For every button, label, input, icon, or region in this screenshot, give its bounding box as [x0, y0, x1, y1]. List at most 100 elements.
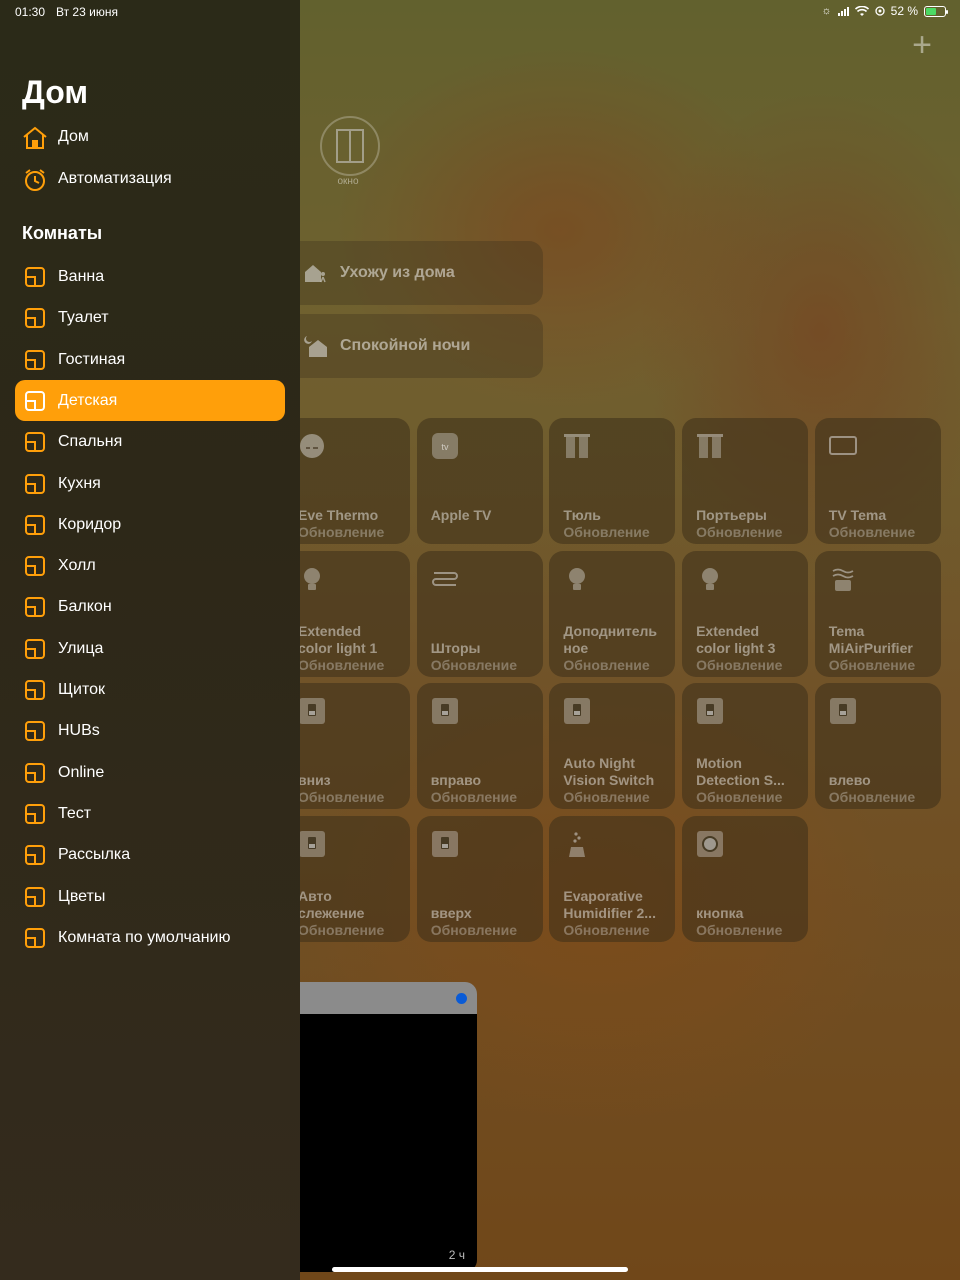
- sidebar-room-item[interactable]: Холл: [15, 545, 285, 586]
- sidebar-room-label: Тест: [58, 804, 92, 822]
- apple-tv-icon: tv: [431, 432, 459, 460]
- accessory-name: Extended color light 3: [696, 622, 776, 656]
- camera-snapshot[interactable]: 2 ч: [285, 982, 477, 1272]
- scene-label: Ухожу из дома: [340, 264, 455, 281]
- scene-good-night[interactable]: Спокойной ночи: [285, 314, 543, 378]
- accessory-name: Apple TV: [430, 507, 492, 523]
- room-icon: [25, 556, 45, 577]
- sidebar-room-label: Гостиная: [58, 350, 126, 368]
- sidebar-item-label: Автоматизация: [58, 170, 172, 187]
- sidebar-room-item[interactable]: Комната по умолчанию: [15, 917, 285, 958]
- accessory-name: кнопка: [696, 905, 744, 922]
- camera-header: [285, 982, 477, 1014]
- accessory-tile[interactable]: Auto Night Vision Switch Обновление: [549, 683, 676, 810]
- curtain-icon: [563, 432, 591, 460]
- accessory-tile[interactable]: кнопка Обновление: [682, 816, 809, 943]
- sidebar-room-item[interactable]: Гостиная: [15, 339, 285, 380]
- sidebar-room-item[interactable]: Кухня: [15, 463, 285, 504]
- sidebar-item-home[interactable]: Дом: [0, 118, 300, 158]
- accessory-status: Обновление: [828, 656, 916, 673]
- room-icon: [25, 927, 45, 948]
- window-accessory[interactable]: [320, 116, 380, 176]
- accessory-tile[interactable]: Шторы Обновление: [416, 550, 543, 677]
- sidebar-room-item[interactable]: Улица: [15, 628, 285, 669]
- sidebar-room-item[interactable]: Online: [15, 752, 285, 793]
- accessory-tile[interactable]: Motion Detection S... Обновление: [682, 683, 809, 810]
- camera-feed: [285, 1014, 477, 1272]
- sidebar-room-item[interactable]: Туалет: [15, 297, 285, 338]
- sidebar-room-label: Комната по умолчанию: [58, 928, 231, 946]
- sidebar-item-automation[interactable]: Автоматизация: [0, 160, 300, 200]
- accessory-name: Доподнитель ное: [563, 622, 658, 656]
- accessory-name: Auto Night Vision Switch: [563, 755, 655, 789]
- accessory-tile[interactable]: Extended color light 3 Обновление: [682, 550, 809, 677]
- room-icon: [25, 514, 45, 535]
- switch-icon: [696, 697, 724, 725]
- sidebar-room-label: Улица: [58, 639, 104, 657]
- scene-label: Спокойной ночи: [340, 337, 471, 354]
- room-icon: [25, 308, 45, 329]
- sidebar-room-item[interactable]: Спальня: [15, 421, 285, 462]
- status-time: 01:30: [15, 5, 46, 19]
- sidebar-room-label: HUBs: [58, 722, 100, 740]
- sidebar-item-label: Дом: [58, 128, 89, 145]
- accessory-status: Обновление: [696, 789, 783, 806]
- sun-icon: ☼: [821, 5, 832, 17]
- window-icon: [336, 129, 364, 163]
- bulb-icon: [696, 565, 724, 593]
- sidebar-room-label: Спальня: [58, 433, 123, 451]
- room-icon: [25, 432, 45, 453]
- accessory-tile[interactable]: Evaporative Humidifier 2... Обновление: [549, 816, 676, 943]
- add-button[interactable]: +: [912, 28, 932, 62]
- accessory-tile[interactable]: tv Apple TV: [416, 418, 543, 544]
- home-indicator[interactable]: [332, 1267, 628, 1272]
- room-icon: [25, 680, 45, 700]
- switch-icon: [431, 697, 459, 725]
- sidebar-room-item[interactable]: Тест: [15, 793, 285, 834]
- sidebar: Дом Дом Автоматизация Комнаты Ванна Туале…: [0, 0, 300, 1280]
- accessory-tile[interactable]: TV Tema Обновление: [814, 418, 941, 544]
- cellular-signal-icon: [837, 6, 849, 16]
- sidebar-room-item[interactable]: Ванна: [15, 256, 285, 297]
- room-icon: [25, 349, 45, 370]
- accessory-tile[interactable]: вверх Обновление: [416, 816, 543, 943]
- accessory-tile[interactable]: вниз Обновление: [284, 683, 410, 810]
- accessory-tile[interactable]: Tema MiAirPurifier Обновление: [814, 550, 941, 677]
- accessory-tile[interactable]: Extended color light 1 Обновление: [284, 550, 410, 677]
- accessory-name: влево: [828, 772, 871, 789]
- room-icon: [25, 803, 45, 824]
- sidebar-room-item[interactable]: Коридор: [15, 504, 285, 545]
- status-date: Вт 23 июня: [56, 5, 118, 19]
- sidebar-room-item[interactable]: Балкон: [15, 586, 285, 627]
- accessory-status: Обновление: [696, 656, 783, 673]
- scene-leave-home[interactable]: Ухожу из дома: [285, 241, 543, 305]
- accessory-tile[interactable]: Тюль Обновление: [549, 418, 676, 544]
- sidebar-room-item[interactable]: Детская: [15, 379, 285, 421]
- accessory-name: вниз: [298, 772, 331, 789]
- camera-status-dot: [456, 993, 467, 1004]
- sidebar-room-item[interactable]: HUBs: [15, 710, 285, 751]
- accessory-tile[interactable]: Eve Thermo Обновление: [284, 418, 410, 544]
- wifi-icon: [854, 5, 869, 16]
- accessory-tile[interactable]: Доподнитель ное Обновление: [549, 550, 676, 677]
- accessory-name: Extended color light 1: [298, 622, 378, 656]
- sidebar-room-item[interactable]: Щиток: [15, 669, 285, 710]
- accessory-tile[interactable]: вправо Обновление: [416, 683, 543, 810]
- sidebar-room-item[interactable]: Цветы: [15, 876, 285, 917]
- accessory-status: Обновление: [430, 656, 517, 673]
- sidebar-room-label: Online: [58, 763, 105, 781]
- room-icon: [25, 597, 45, 618]
- switch-icon: [431, 830, 459, 858]
- sidebar-room-item[interactable]: Рассылка: [15, 834, 285, 875]
- camera-timestamp: 2 ч: [448, 1248, 465, 1262]
- accessory-name: Авто слежение: [298, 888, 365, 922]
- accessory-status: Обновление: [298, 789, 385, 806]
- sidebar-room-label: Детская: [58, 391, 118, 409]
- accessory-tile[interactable]: Авто слежение Обновление: [284, 816, 410, 943]
- sidebar-room-label: Рассылка: [58, 846, 131, 864]
- accessory-tile[interactable]: Портьеры Обновление: [682, 418, 809, 544]
- accessory-tile[interactable]: влево Обновление: [814, 683, 941, 810]
- tv-icon: [828, 432, 857, 460]
- status-indicators: ☼ 52 %: [821, 4, 948, 18]
- accessory-status: Обновление: [430, 922, 517, 939]
